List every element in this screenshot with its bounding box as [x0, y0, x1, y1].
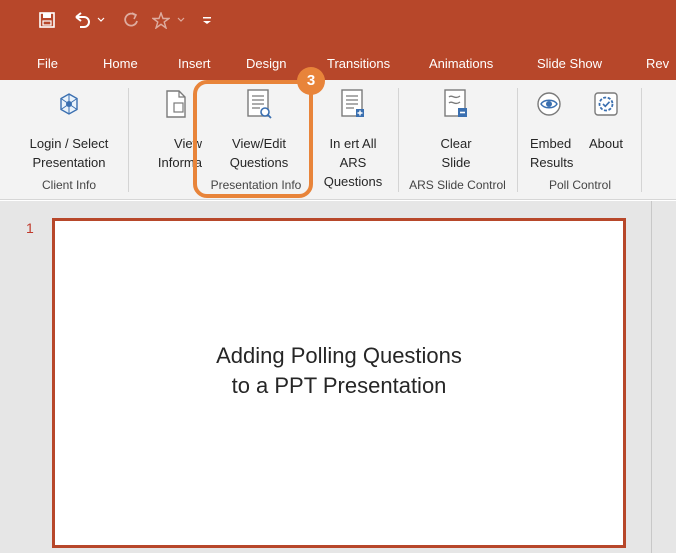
- clear-slide-button[interactable]: Clear Slide: [420, 88, 492, 172]
- star-icon[interactable]: [150, 9, 172, 31]
- tab-transitions[interactable]: Transitions: [327, 42, 390, 80]
- group-client-info: Client Info: [41, 178, 97, 192]
- group-ars-slide-control: ARS Slide Control: [409, 178, 506, 192]
- insert-all-ars-questions-label: In ert All ARS Questions: [323, 136, 383, 189]
- undo-dropdown-icon[interactable]: [96, 9, 106, 31]
- tab-file[interactable]: File: [37, 42, 58, 80]
- insert-all-ars-questions-button[interactable]: In ert All ARS Questions: [318, 88, 388, 191]
- login-select-presentation-label: Login / Select Presentation: [29, 136, 109, 170]
- embed-results-label: Embed Results: [530, 136, 574, 170]
- group-separator: [517, 88, 518, 192]
- star-dropdown-icon[interactable]: [176, 9, 186, 31]
- slide-number: 1: [26, 220, 34, 236]
- tab-slide-show[interactable]: Slide Show: [537, 42, 602, 80]
- customize-icon[interactable]: [201, 9, 213, 31]
- title-bar: [0, 0, 676, 42]
- step-badge: 3: [297, 67, 325, 95]
- tab-design[interactable]: Design: [246, 42, 286, 80]
- group-separator: [641, 88, 642, 192]
- save-icon[interactable]: [37, 9, 57, 31]
- about-button[interactable]: About: [582, 88, 630, 153]
- group-separator: [128, 88, 129, 192]
- slide-thumbnail[interactable]: Adding Polling Questions to a PPT Presen…: [52, 218, 626, 548]
- step-highlight: [193, 80, 313, 198]
- undo-icon[interactable]: [72, 9, 94, 31]
- about-label: About: [589, 136, 623, 151]
- tab-insert[interactable]: Insert: [178, 42, 211, 80]
- eye-icon: [528, 88, 582, 120]
- globe-icon: [14, 88, 124, 120]
- ribbon: Login / Select Presentation Client Info …: [0, 80, 676, 200]
- clear-slide-icon: [420, 88, 492, 120]
- embed-results-button[interactable]: Embed Results: [528, 88, 582, 172]
- tab-review[interactable]: Rev: [646, 42, 669, 80]
- login-select-presentation-button[interactable]: Login / Select Presentation: [14, 88, 124, 172]
- vertical-scrollbar[interactable]: [651, 201, 676, 553]
- group-poll-control: Poll Control: [548, 178, 612, 192]
- tab-animations[interactable]: Animations: [429, 42, 493, 80]
- menu-bar: File Home Insert Design Transitions Anim…: [0, 42, 676, 80]
- clear-slide-label: Clear Slide: [440, 136, 472, 170]
- list-add-icon: [318, 88, 388, 120]
- gear-icon: [582, 88, 630, 120]
- redo-icon[interactable]: [121, 9, 141, 31]
- group-separator: [398, 88, 399, 192]
- slide-title: Adding Polling Questions to a PPT Presen…: [216, 343, 462, 398]
- tab-home[interactable]: Home: [103, 42, 138, 80]
